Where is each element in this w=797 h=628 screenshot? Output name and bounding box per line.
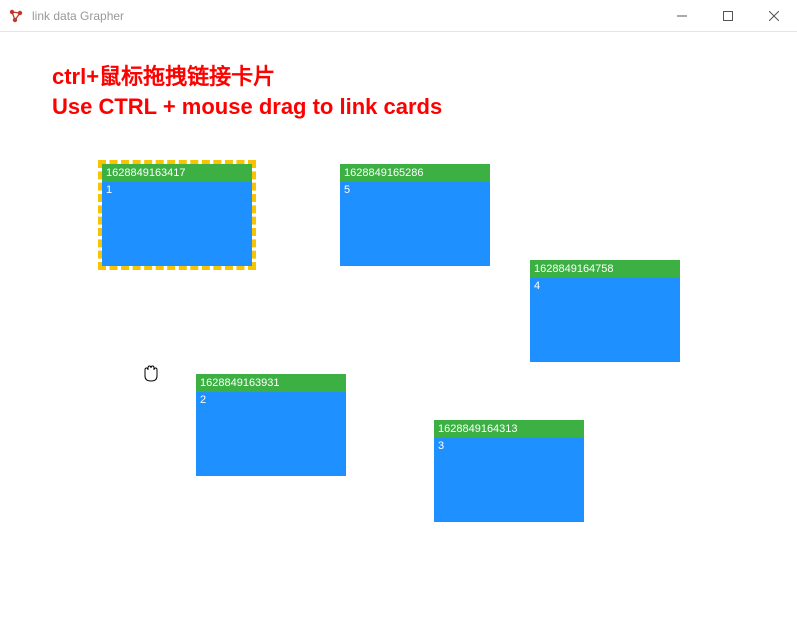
hint-text: ctrl+鼠标拖拽链接卡片 Use CTRL + mouse drag to l… xyxy=(52,62,442,121)
card-header[interactable]: 1628849164313 xyxy=(434,420,584,438)
card-header[interactable]: 1628849163417 xyxy=(102,164,252,182)
card-header[interactable]: 1628849164758 xyxy=(530,260,680,278)
app-icon xyxy=(8,8,24,24)
card-body[interactable]: 5 xyxy=(340,182,490,198)
card-node[interactable]: 16288491639312 xyxy=(196,374,346,476)
card-body[interactable]: 4 xyxy=(530,278,680,294)
window-close-button[interactable] xyxy=(751,0,797,32)
graph-canvas[interactable]: ctrl+鼠标拖拽链接卡片 Use CTRL + mouse drag to l… xyxy=(0,32,797,628)
card-body[interactable]: 2 xyxy=(196,392,346,408)
card-node[interactable]: 16288491652865 xyxy=(340,164,490,266)
window-titlebar: link data Grapher xyxy=(0,0,797,32)
window-minimize-button[interactable] xyxy=(659,0,705,32)
card-body[interactable]: 1 xyxy=(102,182,252,198)
card-header[interactable]: 1628849165286 xyxy=(340,164,490,182)
grab-cursor-icon xyxy=(142,363,160,383)
card-node[interactable]: 16288491647584 xyxy=(530,260,680,362)
window-maximize-button[interactable] xyxy=(705,0,751,32)
card-node[interactable]: 16288491643133 xyxy=(434,420,584,522)
window-title: link data Grapher xyxy=(32,9,124,23)
hint-line-en: Use CTRL + mouse drag to link cards xyxy=(52,92,442,122)
hint-line-cn: ctrl+鼠标拖拽链接卡片 xyxy=(52,62,442,92)
card-node[interactable]: 16288491634171 xyxy=(102,164,252,266)
card-body[interactable]: 3 xyxy=(434,438,584,454)
card-header[interactable]: 1628849163931 xyxy=(196,374,346,392)
